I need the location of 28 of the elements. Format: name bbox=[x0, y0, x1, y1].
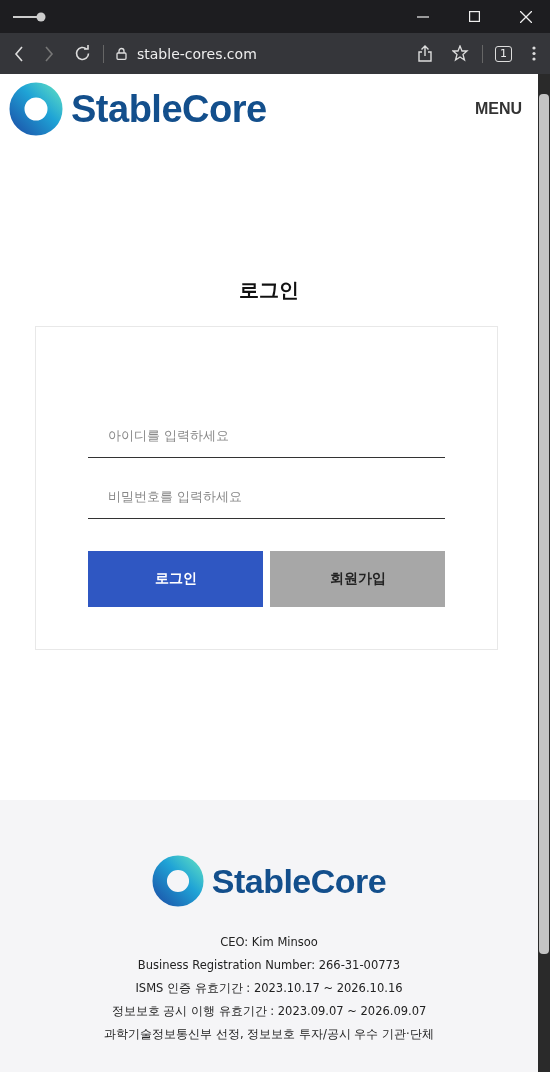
login-button[interactable]: 로그인 bbox=[88, 551, 263, 607]
url-text[interactable]: stable-cores.com bbox=[137, 45, 257, 62]
footer-text: Business Registration Number: 266-31-00773 bbox=[137, 957, 401, 974]
signup-button[interactable]: 회원가입 bbox=[270, 551, 445, 607]
login-title: 로그인 bbox=[238, 277, 300, 304]
reload-icon[interactable] bbox=[74, 45, 91, 62]
input-field[interactable]: 아이디를 입력하세요 bbox=[88, 413, 445, 458]
tab-count[interactable]: 1 bbox=[495, 45, 512, 62]
more-icon[interactable] bbox=[532, 46, 536, 61]
star-icon[interactable] bbox=[452, 45, 470, 62]
input-field[interactable]: 비밀번호를 입력하세요 bbox=[88, 474, 445, 519]
maximize-icon[interactable] bbox=[469, 11, 480, 22]
footer-text: 과학기술정보통신부 선정, 정보보호 투자/공시 우수 기관·단체 bbox=[104, 1026, 434, 1043]
footer-text: 정보보호 공시 이행 유효기간 : 2023.09.07 ~ 2026.09.07 bbox=[111, 1003, 427, 1020]
logo-icon[interactable] bbox=[9, 82, 63, 136]
menu-link[interactable]: MENU bbox=[474, 100, 522, 118]
share-icon[interactable] bbox=[418, 45, 432, 62]
brand-name[interactable]: StableCore bbox=[71, 87, 267, 131]
lock-icon bbox=[116, 47, 127, 60]
forward-icon[interactable] bbox=[44, 45, 54, 62]
logo-icon bbox=[151, 855, 204, 907]
footer-text: ISMS 인증 유효기간 : 2023.10.17 ~ 2026.10.16 bbox=[135, 980, 403, 997]
close-icon[interactable] bbox=[520, 10, 532, 23]
brand-name: StableCore bbox=[211, 861, 387, 901]
footer-text: CEO: Kim Minsoo bbox=[220, 934, 318, 951]
back-icon[interactable] bbox=[14, 45, 24, 62]
slider-icon[interactable] bbox=[12, 11, 46, 22]
scrollbar[interactable] bbox=[538, 74, 550, 1072]
